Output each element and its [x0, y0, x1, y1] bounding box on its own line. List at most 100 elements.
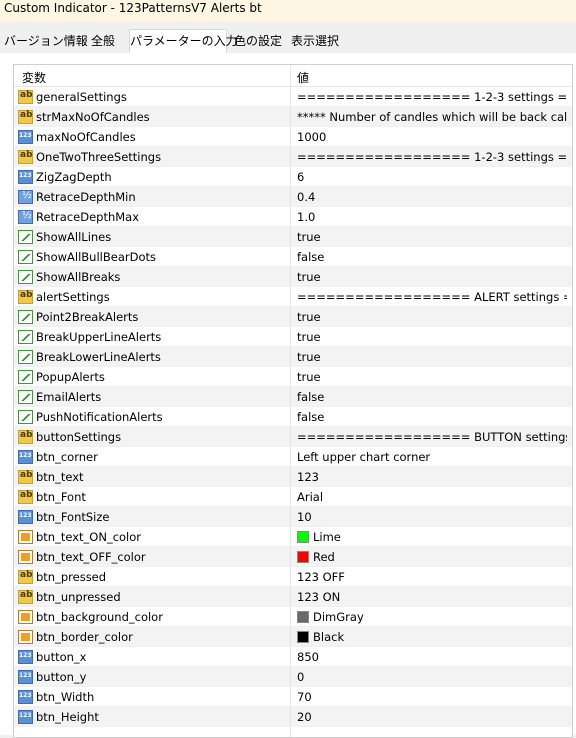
variable-value[interactable]: 1000: [297, 130, 567, 144]
variable-value[interactable]: false: [297, 250, 567, 264]
table-row[interactable]: btn_corner Left upper chart corner: [14, 447, 572, 467]
variable-value[interactable]: ***** Number of candles which will be ba…: [297, 110, 567, 124]
bool-type-icon: [18, 350, 33, 364]
variable-value[interactable]: 20: [297, 710, 567, 724]
variable-value[interactable]: Left upper chart corner: [297, 450, 567, 464]
variable-value[interactable]: 123: [297, 470, 567, 484]
table-row[interactable]: button_x 850: [14, 647, 572, 667]
table-row[interactable]: btn_text_OFF_color Red: [14, 547, 572, 567]
variable-value[interactable]: true: [297, 230, 567, 244]
variable-name: btn_pressed: [36, 570, 107, 584]
parameters-table: 変数 値 generalSettings ================== 1…: [13, 64, 573, 738]
variable-value[interactable]: true: [297, 270, 567, 284]
table-row[interactable]: ShowAllBreaks true: [14, 267, 572, 287]
variable-value[interactable]: false: [297, 410, 567, 424]
variable-value[interactable]: 6: [297, 170, 567, 184]
variable-name: PopupAlerts: [36, 370, 105, 384]
string-type-icon: [18, 590, 33, 604]
variable-value[interactable]: 10: [297, 510, 567, 524]
tab-color-settings[interactable]: 色の設定: [231, 31, 285, 52]
tab-general[interactable]: 全般: [86, 31, 120, 52]
table-header: 変数 値: [14, 65, 572, 87]
table-row[interactable]: generalSettings ================== 1-2-3 …: [14, 87, 572, 107]
table-row[interactable]: button_y 0: [14, 667, 572, 687]
table-row[interactable]: EmailAlerts false: [14, 387, 572, 407]
table-row[interactable]: maxNoOfCandles 1000: [14, 127, 572, 147]
variable-name: btn_text_ON_color: [36, 530, 142, 544]
variable-value[interactable]: 123 OFF: [297, 570, 567, 584]
table-row[interactable]: btn_border_color Black: [14, 627, 572, 647]
table-row[interactable]: alertSettings ================== ALERT se…: [14, 287, 572, 307]
tab-panel: 変数 値 generalSettings ================== 1…: [0, 53, 576, 738]
table-row[interactable]: btn_pressed 123 OFF: [14, 567, 572, 587]
table-row[interactable]: btn_unpressed 123 ON: [14, 587, 572, 607]
variable-value[interactable]: true: [297, 370, 567, 384]
variable-name: btn_FontSize: [36, 510, 110, 524]
table-row[interactable]: strMaxNoOfCandles ***** Number of candles…: [14, 107, 572, 127]
variable-value[interactable]: 70: [297, 690, 567, 704]
variable-value[interactable]: 1.0: [297, 210, 567, 224]
table-row[interactable]: ZigZagDepth 6: [14, 167, 572, 187]
table-row[interactable]: Point2BreakAlerts true: [14, 307, 572, 327]
variable-value[interactable]: ================== 1-2-3 settings ======…: [297, 90, 567, 104]
table-row[interactable]: ShowAllLines true: [14, 227, 572, 247]
integer-type-icon: [18, 650, 33, 664]
string-type-icon: [18, 110, 33, 124]
table-row[interactable]: OneTwoThreeSettings ================== 1-…: [14, 147, 572, 167]
tab-visualization[interactable]: 表示選択: [288, 31, 342, 52]
variable-value[interactable]: 0: [297, 670, 567, 684]
table-row[interactable]: PopupAlerts true: [14, 367, 572, 387]
bool-type-icon: [18, 410, 33, 424]
table-row[interactable]: btn_text_ON_color Lime: [14, 527, 572, 547]
table-row[interactable]: buttonSettings ================== BUTTON …: [14, 427, 572, 447]
variable-value[interactable]: false: [297, 390, 567, 404]
variable-value[interactable]: 0.4: [297, 190, 567, 204]
variable-value[interactable]: Black: [313, 630, 572, 644]
color-swatch[interactable]: [297, 531, 309, 543]
variable-value[interactable]: true: [297, 330, 567, 344]
color-swatch[interactable]: [297, 631, 309, 643]
variable-value[interactable]: Red: [313, 550, 572, 564]
variable-name: btn_unpressed: [36, 590, 121, 604]
table-row[interactable]: BreakLowerLineAlerts true: [14, 347, 572, 367]
table-row[interactable]: btn_FontSize 10: [14, 507, 572, 527]
variable-value[interactable]: 123 ON: [297, 590, 567, 604]
bool-type-icon: [18, 270, 33, 284]
bool-type-icon: [18, 370, 33, 384]
table-row[interactable]: btn_Height 20: [14, 707, 572, 727]
variable-value[interactable]: 850: [297, 650, 567, 664]
column-header-variable[interactable]: 変数: [22, 69, 46, 86]
variable-value[interactable]: true: [297, 350, 567, 364]
variable-value[interactable]: DimGray: [313, 610, 572, 624]
variable-value[interactable]: Lime: [313, 530, 572, 544]
variable-name: ZigZagDepth: [36, 170, 112, 184]
table-row[interactable]: btn_background_color DimGray: [14, 607, 572, 627]
table-row[interactable]: RetraceDepthMax 1.0: [14, 207, 572, 227]
table-row[interactable]: btn_text 123: [14, 467, 572, 487]
column-header-value[interactable]: 値: [297, 69, 309, 86]
column-divider[interactable]: [290, 65, 291, 737]
tab-input-parameters[interactable]: パラメーターの入力: [129, 29, 238, 53]
double-type-icon: [18, 190, 33, 204]
variable-name: generalSettings: [36, 90, 127, 104]
integer-type-icon: [18, 450, 33, 464]
variable-value[interactable]: ================== ALERT settings ======…: [297, 290, 567, 304]
table-row[interactable]: btn_Font Arial: [14, 487, 572, 507]
variable-value[interactable]: Arial: [297, 490, 567, 504]
string-type-icon: [18, 570, 33, 584]
tab-version-info[interactable]: バージョン情報: [4, 31, 88, 52]
table-row[interactable]: btn_Width 70: [14, 687, 572, 707]
color-swatch[interactable]: [297, 551, 309, 563]
color-type-icon: [18, 630, 33, 644]
string-type-icon: [18, 470, 33, 484]
variable-value[interactable]: ================== 1-2-3 settings ======…: [297, 150, 567, 164]
variable-value[interactable]: ================== BUTTON settings =====…: [297, 430, 567, 444]
variable-name: alertSettings: [36, 290, 110, 304]
table-row[interactable]: BreakUpperLineAlerts true: [14, 327, 572, 347]
color-swatch[interactable]: [297, 611, 309, 623]
table-row[interactable]: PushNotificationAlerts false: [14, 407, 572, 427]
variable-name: btn_text: [36, 470, 84, 484]
variable-value[interactable]: true: [297, 310, 567, 324]
table-row[interactable]: RetraceDepthMin 0.4: [14, 187, 572, 207]
table-row[interactable]: ShowAllBullBearDots false: [14, 247, 572, 267]
